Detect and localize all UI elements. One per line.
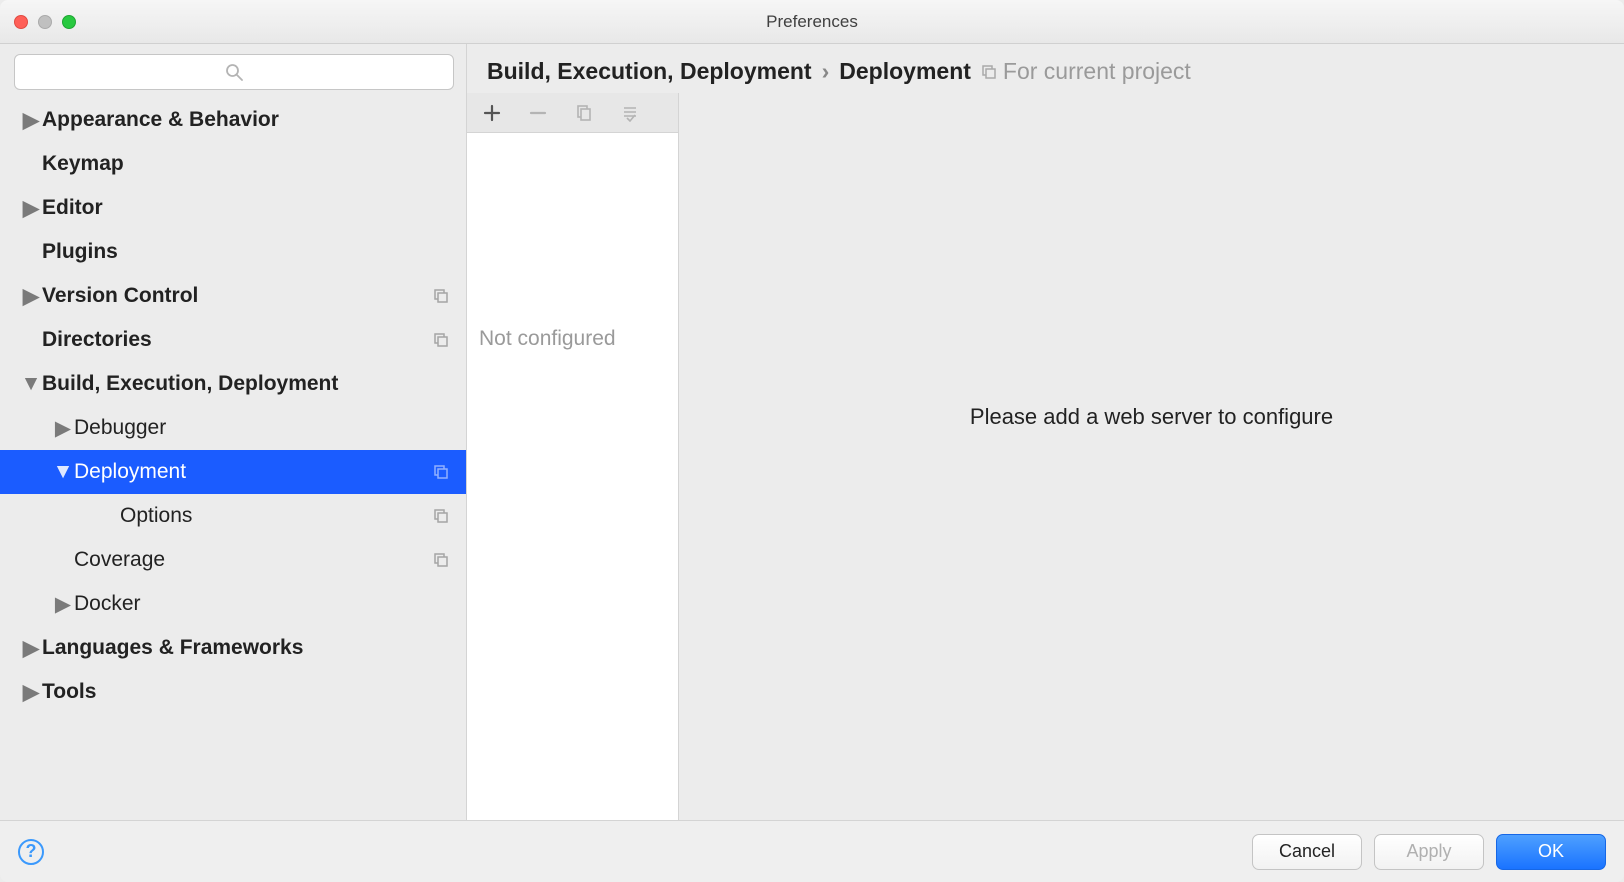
project-scope-icon bbox=[981, 64, 997, 80]
breadcrumb-meta-text: For current project bbox=[1003, 58, 1191, 85]
help-button[interactable]: ? bbox=[18, 839, 44, 865]
breadcrumb-part-1: Build, Execution, Deployment bbox=[487, 58, 812, 85]
sidebar-item-version-control[interactable]: ▶ Version Control bbox=[0, 274, 466, 318]
footer: ? Cancel Apply OK bbox=[0, 820, 1624, 882]
project-scope-icon bbox=[430, 288, 452, 304]
chevron-right-icon: ▶ bbox=[52, 416, 74, 441]
minus-icon bbox=[529, 104, 547, 122]
sidebar-item-label: Deployment bbox=[74, 460, 430, 484]
sidebar-item-label: Keymap bbox=[42, 152, 452, 176]
remove-server-button[interactable] bbox=[527, 102, 549, 124]
sidebar-item-label: Tools bbox=[42, 680, 452, 704]
sidebar-item-label: Coverage bbox=[74, 548, 430, 572]
project-scope-icon bbox=[430, 508, 452, 524]
check-list-icon bbox=[621, 104, 639, 122]
chevron-right-icon: ▶ bbox=[20, 680, 42, 705]
sidebar-item-deployment-options[interactable]: Options bbox=[0, 494, 466, 538]
plus-icon bbox=[483, 104, 501, 122]
titlebar: Preferences bbox=[0, 0, 1624, 44]
sidebar-item-directories[interactable]: Directories bbox=[0, 318, 466, 362]
sidebar-item-coverage[interactable]: Coverage bbox=[0, 538, 466, 582]
window-title: Preferences bbox=[0, 12, 1624, 32]
sidebar-item-keymap[interactable]: Keymap bbox=[0, 142, 466, 186]
sidebar-item-label: Docker bbox=[74, 592, 452, 616]
sidebar-item-label: Languages & Frameworks bbox=[42, 636, 452, 660]
chevron-right-icon: ▶ bbox=[20, 196, 42, 221]
project-scope-icon bbox=[430, 464, 452, 480]
sidebar-item-plugins[interactable]: Plugins bbox=[0, 230, 466, 274]
sidebar-item-appearance-behavior[interactable]: ▶ Appearance & Behavior bbox=[0, 98, 466, 142]
settings-tree: ▶ Appearance & Behavior Keymap ▶ Editor … bbox=[0, 98, 466, 820]
sidebar-item-editor[interactable]: ▶ Editor bbox=[0, 186, 466, 230]
sidebar-item-docker[interactable]: ▶ Docker bbox=[0, 582, 466, 626]
sidebar-item-label: Options bbox=[120, 504, 430, 528]
server-detail-empty-text: Please add a web server to configure bbox=[970, 404, 1333, 430]
add-server-button[interactable] bbox=[481, 102, 503, 124]
search-wrap bbox=[0, 44, 466, 98]
sidebar-item-tools[interactable]: ▶ Tools bbox=[0, 670, 466, 714]
copy-icon bbox=[575, 104, 593, 122]
breadcrumb-part-2: Deployment bbox=[839, 58, 971, 85]
ok-button[interactable]: OK bbox=[1496, 834, 1606, 870]
sidebar-item-label: Debugger bbox=[74, 416, 452, 440]
breadcrumb: Build, Execution, Deployment › Deploymen… bbox=[467, 44, 1624, 93]
chevron-right-icon: ▶ bbox=[20, 284, 42, 309]
chevron-down-icon: ▼ bbox=[20, 372, 42, 396]
sidebar-item-label: Editor bbox=[42, 196, 452, 220]
sidebar-item-deployment[interactable]: ▼ Deployment bbox=[0, 450, 466, 494]
server-list-toolbar bbox=[467, 93, 678, 133]
sidebar-item-label: Build, Execution, Deployment bbox=[42, 372, 452, 396]
set-default-button[interactable] bbox=[619, 102, 641, 124]
cancel-button[interactable]: Cancel bbox=[1252, 834, 1362, 870]
project-scope-icon bbox=[430, 552, 452, 568]
main-body: Not configured Please add a web server t… bbox=[467, 93, 1624, 820]
sidebar-item-debugger[interactable]: ▶ Debugger bbox=[0, 406, 466, 450]
sidebar: ▶ Appearance & Behavior Keymap ▶ Editor … bbox=[0, 44, 467, 820]
apply-button[interactable]: Apply bbox=[1374, 834, 1484, 870]
sidebar-item-build-execution-deployment[interactable]: ▼ Build, Execution, Deployment bbox=[0, 362, 466, 406]
sidebar-item-label: Version Control bbox=[42, 284, 430, 308]
main-panel: Build, Execution, Deployment › Deploymen… bbox=[467, 44, 1624, 820]
server-list: Not configured bbox=[467, 133, 678, 820]
server-list-panel: Not configured bbox=[467, 93, 679, 820]
sidebar-item-languages-frameworks[interactable]: ▶ Languages & Frameworks bbox=[0, 626, 466, 670]
chevron-right-icon: ▶ bbox=[20, 108, 42, 133]
server-detail-panel: Please add a web server to configure bbox=[679, 93, 1624, 820]
chevron-right-icon: ▶ bbox=[52, 592, 74, 617]
content: ▶ Appearance & Behavior Keymap ▶ Editor … bbox=[0, 44, 1624, 820]
preferences-window: Preferences ▶ Appearance & Behavior Keym… bbox=[0, 0, 1624, 882]
search-icon bbox=[224, 62, 244, 82]
sidebar-item-label: Directories bbox=[42, 328, 430, 352]
breadcrumb-meta: For current project bbox=[981, 58, 1191, 85]
chevron-down-icon: ▼ bbox=[52, 460, 74, 484]
sidebar-item-label: Appearance & Behavior bbox=[42, 108, 452, 132]
chevron-right-icon: ▶ bbox=[20, 636, 42, 661]
sidebar-item-label: Plugins bbox=[42, 240, 452, 264]
copy-server-button[interactable] bbox=[573, 102, 595, 124]
project-scope-icon bbox=[430, 332, 452, 348]
breadcrumb-separator: › bbox=[822, 58, 830, 85]
search-input[interactable] bbox=[14, 54, 454, 90]
server-list-empty-text: Not configured bbox=[479, 145, 666, 351]
